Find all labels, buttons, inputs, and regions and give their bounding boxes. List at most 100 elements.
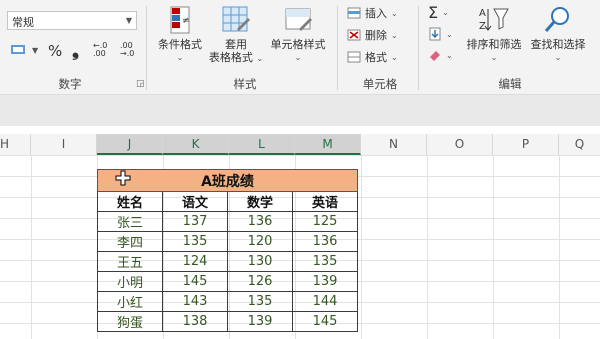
delete-label: 删除	[365, 29, 387, 42]
cell-styles-button[interactable]: 单元格样式 ⌄	[266, 5, 330, 64]
conditional-format-label: 条件格式	[158, 38, 202, 51]
score-cell[interactable]: 130	[227, 251, 293, 272]
table-style-icon	[222, 6, 250, 32]
chevron-down-icon: ▼	[32, 45, 39, 55]
chevron-down-icon: ⌄	[391, 52, 398, 62]
find-select-button[interactable]: 查找和选择 ⌄	[526, 5, 590, 64]
score-cell[interactable]: 139	[292, 271, 358, 292]
cell-styles-label: 单元格样式	[270, 38, 326, 51]
score-cell[interactable]: 135	[227, 291, 293, 312]
eraser-icon	[430, 51, 440, 61]
chevron-down-icon: ⌄	[554, 53, 562, 62]
sort-filter-label: 排序和筛选	[466, 38, 522, 51]
column-header-m[interactable]: M	[295, 134, 361, 155]
sort-filter-button[interactable]: AZ 排序和筛选 ⌄	[462, 5, 526, 64]
chevron-down-icon: ⌄	[294, 53, 302, 62]
accounting-format-button[interactable]: ▼	[10, 43, 38, 57]
chevron-down-icon: ⌄	[446, 50, 453, 60]
format-cells-icon	[347, 51, 361, 63]
number-format-dropdown[interactable]: 常规 ▼	[7, 11, 137, 30]
column-header-h[interactable]: H	[0, 134, 31, 155]
delete-button[interactable]: 删除 ⌄	[347, 27, 398, 43]
header-cell[interactable]: 姓名	[97, 191, 163, 212]
format-label: 格式	[365, 51, 387, 64]
decrease-decimal-button[interactable]: .00 →.0	[120, 42, 140, 58]
chevron-down-icon: ⌄	[176, 53, 184, 62]
delete-cells-icon	[347, 29, 361, 41]
column-header-l[interactable]: L	[229, 134, 295, 155]
comma-icon: ❟	[72, 40, 80, 61]
chevron-down-icon: ⌄	[391, 30, 398, 40]
increase-decimal-icon: ←.0 .00	[93, 41, 108, 58]
accounting-icon	[11, 45, 25, 54]
format-as-table-label-2: 表格格式 ⌄	[208, 51, 264, 64]
header-cell[interactable]: 语文	[162, 191, 228, 212]
separator	[337, 6, 338, 90]
comma-button[interactable]: ❟	[72, 40, 79, 61]
group-title-cells: 单元格	[362, 77, 398, 91]
name-cell[interactable]: 王五	[97, 251, 163, 272]
name-cell[interactable]: 狗蛋	[97, 311, 163, 332]
increase-decimal-button[interactable]: ←.0 .00	[93, 42, 113, 58]
sort-filter-icon: AZ	[479, 8, 509, 32]
cross-cursor-icon	[115, 170, 131, 186]
svg-text:A: A	[479, 8, 486, 19]
score-cell[interactable]: 125	[292, 211, 358, 232]
column-header-row: H I J K L M N O P Q	[0, 134, 600, 156]
column-header-o[interactable]: O	[427, 134, 493, 155]
column-header-p[interactable]: P	[493, 134, 559, 155]
score-cell[interactable]: 144	[292, 291, 358, 312]
name-cell[interactable]: 李四	[97, 231, 163, 252]
chevron-down-icon: ⌄	[391, 8, 398, 18]
percent-button[interactable]: %	[48, 42, 62, 60]
sigma-icon: Σ	[428, 3, 439, 22]
table-title-cell[interactable]: A班成绩	[97, 169, 358, 192]
name-cell[interactable]: 张三	[97, 211, 163, 232]
decrease-decimal-icon: .00 →.0	[120, 41, 135, 58]
column-header-q[interactable]: Q	[559, 134, 600, 155]
score-cell[interactable]: 138	[162, 311, 228, 332]
fill-button[interactable]: ⌄	[428, 27, 453, 41]
chevron-down-icon: ⌄	[446, 29, 453, 39]
score-cell[interactable]: 135	[162, 231, 228, 252]
number-format-value: 常规	[12, 16, 34, 29]
name-cell[interactable]: 小红	[97, 291, 163, 312]
separator	[146, 6, 147, 90]
table-row: 张三 137 136 125	[97, 211, 358, 232]
group-title-editing: 编辑	[498, 77, 522, 91]
svg-text:≠: ≠	[182, 16, 190, 26]
score-cell[interactable]: 120	[227, 231, 293, 252]
score-cell[interactable]: 124	[162, 251, 228, 272]
clear-button[interactable]: ⌄	[428, 49, 453, 61]
column-header-k[interactable]: K	[163, 134, 229, 155]
score-cell[interactable]: 135	[292, 251, 358, 272]
header-cell[interactable]: 数学	[227, 191, 293, 212]
score-cell[interactable]: 137	[162, 211, 228, 232]
chevron-down-icon: ⌄	[256, 54, 264, 63]
format-button[interactable]: 格式 ⌄	[347, 49, 398, 65]
conditional-format-button[interactable]: ≠ 条件格式 ⌄	[152, 5, 208, 64]
score-cell[interactable]: 145	[162, 271, 228, 292]
score-cell[interactable]: 145	[292, 311, 358, 332]
insert-button[interactable]: 插入 ⌄	[347, 5, 398, 21]
name-cell[interactable]: 小明	[97, 271, 163, 292]
score-cell[interactable]: 136	[227, 211, 293, 232]
autosum-button[interactable]: Σ ⌄	[428, 3, 449, 22]
score-cell[interactable]: 126	[227, 271, 293, 292]
score-cell[interactable]: 136	[292, 231, 358, 252]
format-as-table-button[interactable]: 套用 表格格式 ⌄	[206, 5, 266, 65]
column-header-i[interactable]: I	[31, 134, 97, 155]
table-row: 李四 135 120 136	[97, 231, 358, 252]
dialog-launcher-icon[interactable]: ◲	[136, 79, 145, 89]
score-cell[interactable]: 143	[162, 291, 228, 312]
header-cell[interactable]: 英语	[292, 191, 358, 212]
spacer	[0, 126, 600, 134]
column-header-j[interactable]: J	[97, 134, 163, 155]
cell-styles-icon	[285, 8, 312, 31]
formula-bar-area	[0, 95, 600, 126]
table-row: 小明 145 126 139	[97, 271, 358, 292]
insert-cells-icon	[347, 7, 361, 19]
score-cell[interactable]: 139	[227, 311, 293, 332]
magnifier-icon	[544, 7, 569, 32]
column-header-n[interactable]: N	[361, 134, 427, 155]
